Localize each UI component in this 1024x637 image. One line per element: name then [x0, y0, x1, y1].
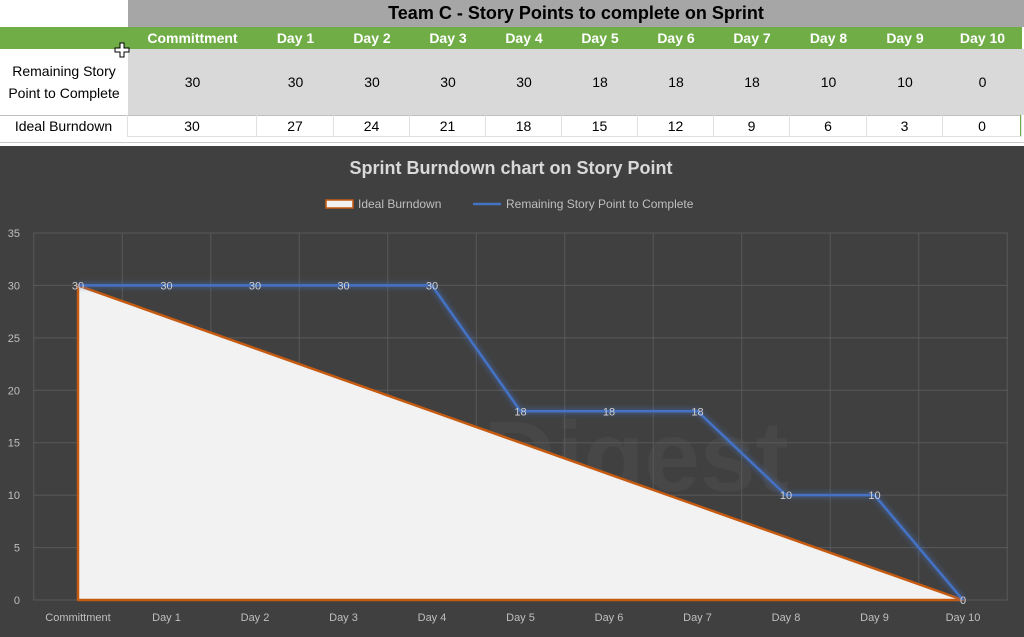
y-tick-label: 5	[14, 543, 20, 555]
remaining-cell[interactable]: 30	[486, 49, 562, 115]
data-label: 30	[337, 280, 349, 292]
y-tick-label: 10	[8, 490, 20, 502]
x-tick-label: Day 4	[418, 612, 447, 624]
column-header[interactable]: Day 3	[410, 27, 486, 49]
data-label: 30	[160, 280, 172, 292]
ideal-cell[interactable]: 12	[638, 115, 714, 137]
ideal-cell[interactable]: 24	[334, 115, 410, 137]
ideal-cell[interactable]: 15	[562, 115, 638, 137]
y-tick-label: 20	[8, 385, 20, 397]
ideal-cell[interactable]: 21	[410, 115, 486, 137]
chart-legend: Ideal Burndown Remaining Story Point to …	[325, 197, 694, 211]
data-label: 30	[249, 280, 261, 292]
x-axis: Committment Day 1 Day 2 Day 3 Day 4 Day 5 Day …	[45, 612, 980, 624]
row-label-ideal[interactable]: Ideal Burndown	[0, 115, 128, 137]
ideal-cell[interactable]: 3	[867, 115, 943, 137]
x-tick-label: Day 1	[152, 612, 181, 624]
column-header[interactable]: Day 5	[562, 27, 638, 49]
legend-label-remaining: Remaining Story Point to Complete	[506, 197, 694, 211]
remaining-cell[interactable]: 18	[714, 49, 790, 115]
ideal-cell[interactable]: 9	[714, 115, 790, 137]
ideal-cell[interactable]: 18	[486, 115, 562, 137]
data-label: 18	[691, 406, 703, 418]
ideal-cell[interactable]: 6	[790, 115, 867, 137]
data-label: 30	[426, 280, 438, 292]
y-tick-label: 30	[8, 280, 20, 292]
ideal-cell[interactable]: 30	[128, 115, 257, 137]
y-tick-label: 35	[8, 228, 20, 240]
column-header[interactable]: Day 8	[790, 27, 867, 49]
remaining-cell[interactable]: 30	[257, 49, 334, 115]
remaining-cell[interactable]: 10	[867, 49, 943, 115]
y-tick-label: 0	[14, 595, 20, 607]
remaining-cell[interactable]: 10	[790, 49, 867, 115]
data-label: 10	[780, 490, 792, 502]
data-label: 18	[514, 406, 526, 418]
sheet-title[interactable]: Team C - Story Points to complete on Spr…	[128, 0, 1024, 27]
data-label: 0	[960, 595, 966, 607]
y-axis: 0 5 10 15 20 25 30 35	[8, 228, 20, 607]
data-label: 10	[868, 490, 880, 502]
remaining-cell[interactable]: 30	[128, 49, 257, 115]
plot-area: 30 30 30 30 30 18 18 18 10 10 0	[72, 280, 966, 607]
row-label-remaining[interactable]: Remaining Story Point to Complete	[0, 49, 128, 115]
x-tick-label: Day 3	[329, 612, 358, 624]
x-tick-label: Day 8	[772, 612, 801, 624]
column-header[interactable]: Day 6	[638, 27, 714, 49]
x-tick-label: Day 10	[946, 612, 981, 624]
chart-title: Sprint Burndown chart on Story Point	[350, 158, 673, 178]
data-label: 30	[72, 280, 84, 292]
x-tick-label: Day 6	[595, 612, 624, 624]
legend-swatch-ideal	[325, 199, 354, 209]
column-header[interactable]: Day 4	[486, 27, 562, 49]
column-header[interactable]: Day 2	[334, 27, 410, 49]
column-header[interactable]: Day 10	[943, 27, 1022, 49]
x-tick-label: Day 2	[241, 612, 270, 624]
column-header[interactable]: Day 1	[257, 27, 334, 49]
x-tick-label: Day 5	[506, 612, 535, 624]
data-label: 18	[603, 406, 615, 418]
remaining-cell[interactable]: 30	[410, 49, 486, 115]
x-tick-label: Committment	[45, 612, 110, 624]
column-header[interactable]: Committment	[128, 27, 257, 49]
remaining-cell[interactable]: 0	[943, 49, 1022, 115]
chart-area: Sprint Burndown chart on Story Point Agi…	[0, 146, 1024, 637]
x-tick-label: Day 7	[683, 612, 712, 624]
x-tick-label: Day 9	[860, 612, 889, 624]
y-tick-label: 25	[8, 333, 20, 345]
remaining-cell[interactable]: 18	[638, 49, 714, 115]
remaining-cell[interactable]: 30	[334, 49, 410, 115]
ideal-cell[interactable]: 27	[257, 115, 334, 137]
legend-label-ideal: Ideal Burndown	[358, 197, 441, 211]
burndown-chart: Sprint Burndown chart on Story Point Agi…	[8, 158, 1008, 624]
column-header[interactable]: Day 7	[714, 27, 790, 49]
ideal-cell[interactable]: 0	[943, 115, 1022, 137]
spreadsheet: Team C - Story Points to complete on Spr…	[0, 0, 1024, 143]
column-header[interactable]: Day 9	[867, 27, 943, 49]
remaining-cell[interactable]: 18	[562, 49, 638, 115]
y-tick-label: 15	[8, 438, 20, 450]
